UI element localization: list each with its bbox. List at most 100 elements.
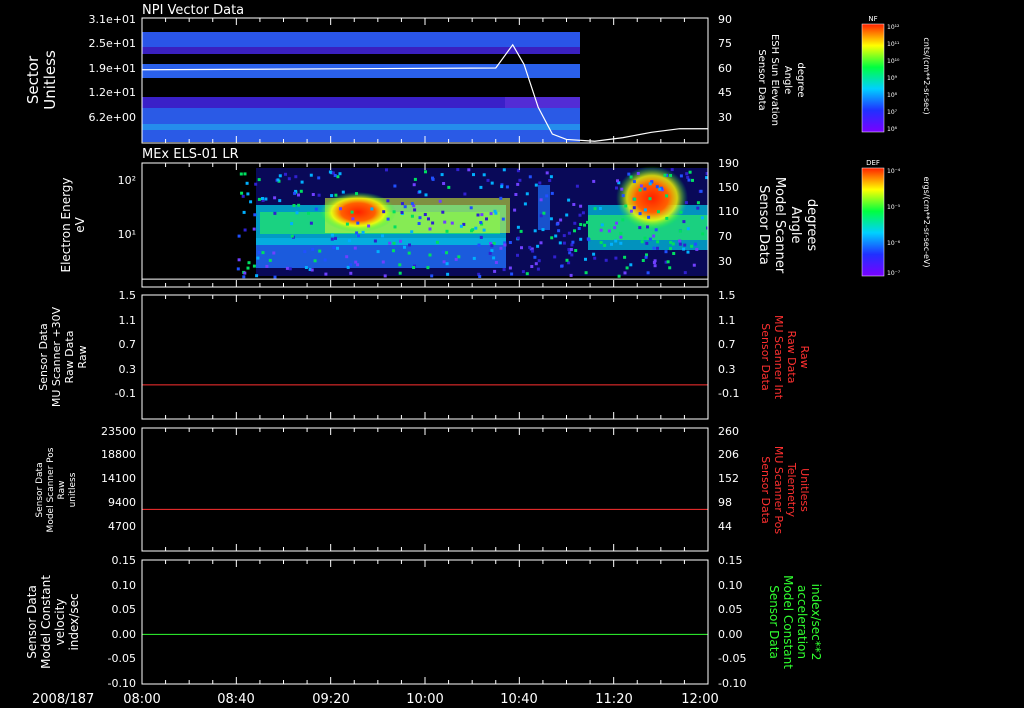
els-speck-101 — [441, 210, 445, 214]
els-speck-322 — [648, 182, 652, 186]
els-speck-21 — [346, 265, 350, 269]
npi-ylabel-1: Unitless — [41, 50, 59, 110]
els-speck-34 — [241, 194, 245, 198]
els-speck-102 — [514, 193, 518, 196]
mu30v-rlabel-3: Raw — [798, 345, 811, 368]
els-speck-311 — [252, 264, 256, 268]
vel-ytick-4: -0.05 — [108, 652, 136, 665]
els-speck-408 — [646, 225, 649, 229]
els-speck-202 — [474, 226, 478, 230]
els-speck-360 — [311, 247, 315, 251]
els-speck-133 — [477, 243, 481, 247]
els-speck-171 — [400, 211, 404, 214]
els-speck-416 — [418, 190, 422, 194]
els-speck-419 — [610, 242, 613, 246]
els-speck-278 — [307, 211, 310, 215]
els-speck-318 — [632, 206, 636, 210]
els-speck-131 — [257, 178, 261, 182]
els-speck-344 — [539, 198, 543, 202]
vel-rtick-4: -0.05 — [718, 652, 746, 665]
els-speck-293 — [508, 241, 512, 244]
els-speck-362 — [549, 175, 553, 179]
els-speck-290 — [629, 209, 633, 213]
els-speck-71 — [287, 177, 291, 181]
els-speck-246 — [658, 187, 662, 191]
els-speck-188 — [583, 223, 586, 227]
els-rlabel-0: Sensor Data — [756, 185, 771, 265]
els-speck-35 — [237, 234, 241, 238]
els-speck-218 — [599, 241, 603, 244]
els-speck-81 — [541, 228, 545, 232]
els-speck-148 — [354, 260, 358, 264]
els-speck-256 — [410, 202, 414, 206]
npi-band-6 — [142, 124, 580, 130]
els-speck-233 — [633, 197, 637, 201]
els-speck-303 — [338, 172, 342, 176]
els-speck-215 — [570, 253, 574, 257]
els-ylabel-0: Electron Energy — [59, 177, 73, 272]
els-speck-247 — [445, 251, 448, 255]
els-speck-330 — [666, 260, 670, 264]
vel-ylabel-0: Sensor Data — [25, 585, 39, 659]
els-speck-113 — [603, 243, 607, 247]
els-speck-369 — [478, 275, 482, 278]
els-speck-49 — [686, 250, 690, 254]
els-speck-385 — [516, 225, 520, 229]
panel-scanner-pos: 23500 18800 14100 9400 4700 Sensor Data … — [35, 425, 811, 552]
els-speck-404 — [593, 256, 597, 260]
els-speck-229 — [336, 175, 340, 179]
els-rlabel-3: degrees — [804, 199, 819, 252]
els-speck-207 — [632, 180, 636, 184]
els-speck-356 — [388, 241, 392, 245]
date-label: 2008/187 — [32, 692, 94, 707]
els-speck-378 — [613, 226, 617, 230]
mu30v-ytick-0: 1.5 — [119, 289, 137, 302]
els-speck-139 — [294, 175, 298, 179]
colorbar-def-tick-3: 10⁻⁷ — [887, 270, 901, 277]
els-speck-11 — [393, 184, 397, 188]
npi-ylabel-0: Sector — [24, 55, 42, 104]
els-speck-254 — [408, 243, 411, 247]
els-speck-222 — [565, 213, 569, 217]
els-hotspot-2 — [616, 166, 688, 230]
els-speck-370 — [639, 184, 643, 188]
els-speck-361 — [485, 217, 488, 221]
els-speck-87 — [614, 239, 618, 243]
els-speck-260 — [300, 180, 304, 184]
panel-mu-30v-ticks — [141, 295, 709, 419]
els-speck-400 — [617, 274, 621, 278]
mu30v-ylabel-3: Raw — [76, 345, 89, 368]
els-speck-213 — [255, 274, 259, 278]
time-tick-4: 10:40 — [500, 692, 537, 707]
els-speck-305 — [636, 172, 640, 175]
els-speck-310 — [665, 194, 669, 198]
els-speck-249 — [376, 250, 380, 254]
els-speck-36 — [586, 220, 589, 224]
els-rtick-4: 30 — [718, 255, 732, 268]
vel-ytick-5: -0.10 — [108, 677, 136, 690]
els-speck-6 — [559, 218, 563, 222]
els-speck-141 — [538, 181, 542, 185]
mu30v-rtick-3: 0.3 — [718, 363, 736, 376]
els-rtick-1: 150 — [718, 181, 739, 194]
els-speck-331 — [392, 241, 396, 245]
els-speck-191 — [557, 229, 561, 233]
npi-rlabel-1: ESH Sun Elevation — [769, 34, 780, 126]
els-speck-201 — [410, 214, 414, 218]
els-speck-132 — [457, 255, 461, 259]
els-speck-120 — [616, 179, 619, 183]
els-speck-399 — [523, 202, 527, 206]
colorbar-nf-tick-1: 10¹¹ — [887, 41, 900, 48]
els-speck-236 — [293, 191, 297, 195]
els-speck-174 — [427, 217, 430, 221]
panel-velocity: 0.15 0.10 0.05 0.00 -0.05 -0.10 Sensor D… — [25, 554, 823, 690]
els-speck-40 — [536, 267, 540, 271]
els-speck-368 — [638, 188, 642, 192]
els-speck-149 — [386, 217, 390, 221]
els-speck-144 — [426, 266, 430, 270]
els-speck-323 — [407, 251, 411, 255]
els-speck-291 — [413, 208, 417, 212]
els-speck-336 — [339, 207, 342, 211]
panel-mu-30v-frame — [141, 294, 709, 420]
mu30v-ytick-3: 0.3 — [119, 363, 137, 376]
